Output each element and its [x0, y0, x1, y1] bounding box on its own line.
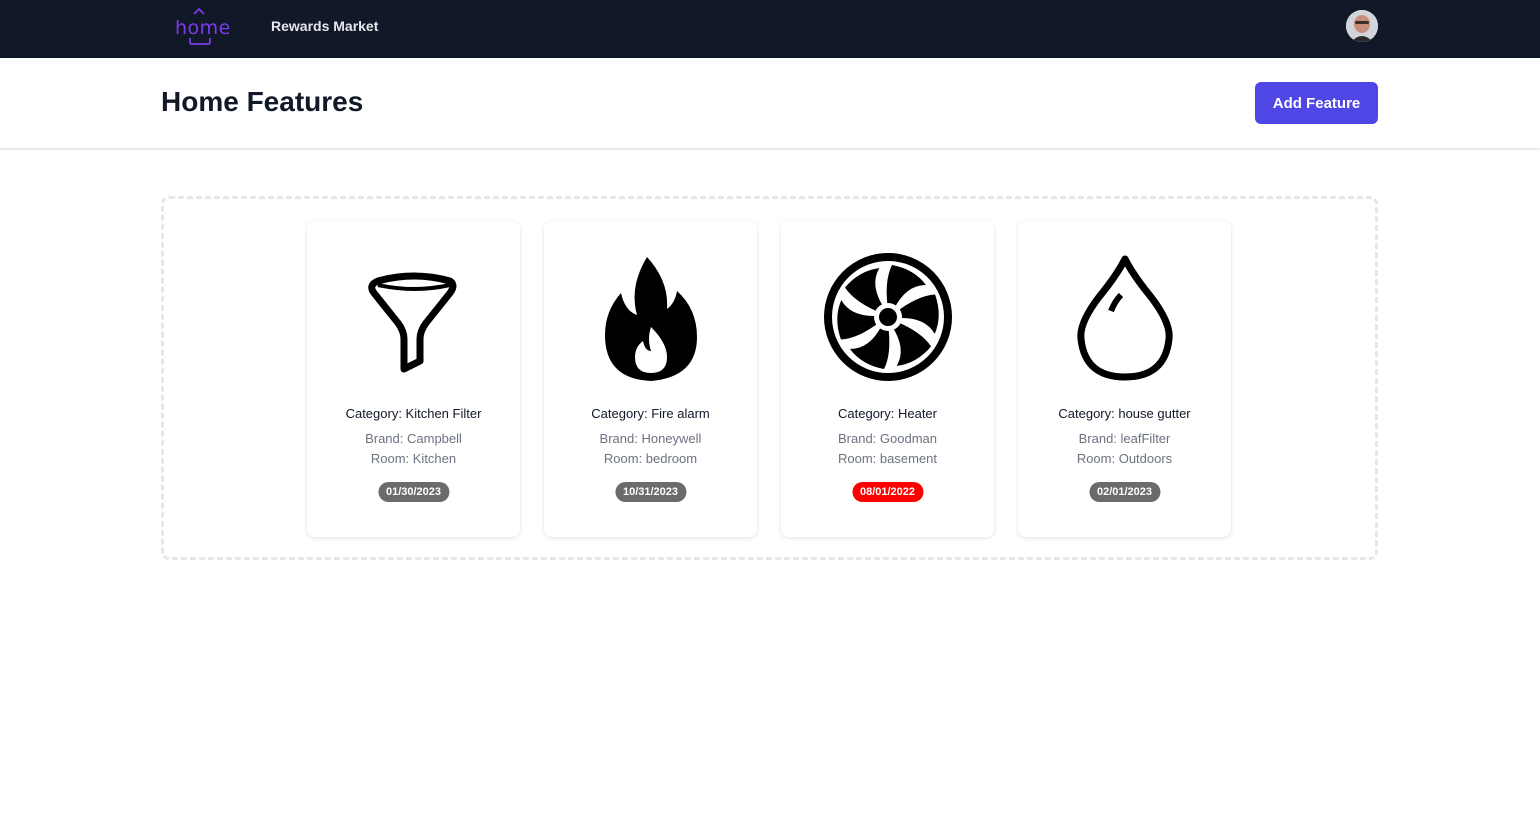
top-nav: home Rewards Market — [0, 0, 1540, 58]
features-drop-zone: Category: Kitchen Filter Brand: Campbell… — [161, 196, 1378, 560]
fire-icon — [585, 251, 717, 383]
card-category: Category: house gutter — [1058, 406, 1191, 421]
date-badge: 01/30/2023 — [377, 482, 450, 502]
date-badge: 10/31/2023 — [614, 482, 687, 502]
logo-text: home — [175, 17, 231, 39]
card-room: Room: basement — [838, 451, 937, 466]
add-feature-button[interactable]: Add Feature — [1255, 82, 1378, 124]
card-category: Category: Fire alarm — [591, 406, 710, 421]
user-avatar[interactable] — [1346, 10, 1378, 42]
home-logo[interactable]: home — [172, 6, 230, 50]
card-brand: Brand: Campbell — [365, 431, 462, 446]
nav-link-rewards-market[interactable]: Rewards Market — [271, 18, 378, 34]
card-brand: Brand: Honeywell — [599, 431, 702, 446]
water-drop-icon — [1059, 251, 1191, 383]
card-category: Category: Kitchen Filter — [345, 406, 482, 421]
feature-card[interactable]: Category: Heater Brand: Goodman Room: ba… — [781, 221, 994, 537]
feature-card[interactable]: Category: Fire alarm Brand: Honeywell Ro… — [544, 221, 757, 537]
feature-card[interactable]: Category: house gutter Brand: leafFilter… — [1018, 221, 1231, 537]
date-badge-overdue: 08/01/2022 — [851, 482, 924, 502]
card-brand: Brand: Goodman — [837, 431, 937, 446]
card-room: Room: bedroom — [603, 451, 698, 466]
card-room: Room: Outdoors — [1076, 451, 1173, 466]
feature-card[interactable]: Category: Kitchen Filter Brand: Campbell… — [307, 221, 520, 537]
page-title: Home Features — [161, 86, 364, 117]
card-category: Category: Heater — [838, 406, 937, 421]
card-room: Room: Kitchen — [370, 451, 457, 466]
card-brand: Brand: leafFilter — [1078, 431, 1171, 446]
avatar-photo-icon — [1346, 10, 1378, 42]
funnel-icon — [348, 251, 480, 383]
date-badge: 02/01/2023 — [1088, 482, 1161, 502]
fan-icon — [822, 251, 954, 383]
page-header: Home Features Add Feature — [0, 58, 1540, 148]
